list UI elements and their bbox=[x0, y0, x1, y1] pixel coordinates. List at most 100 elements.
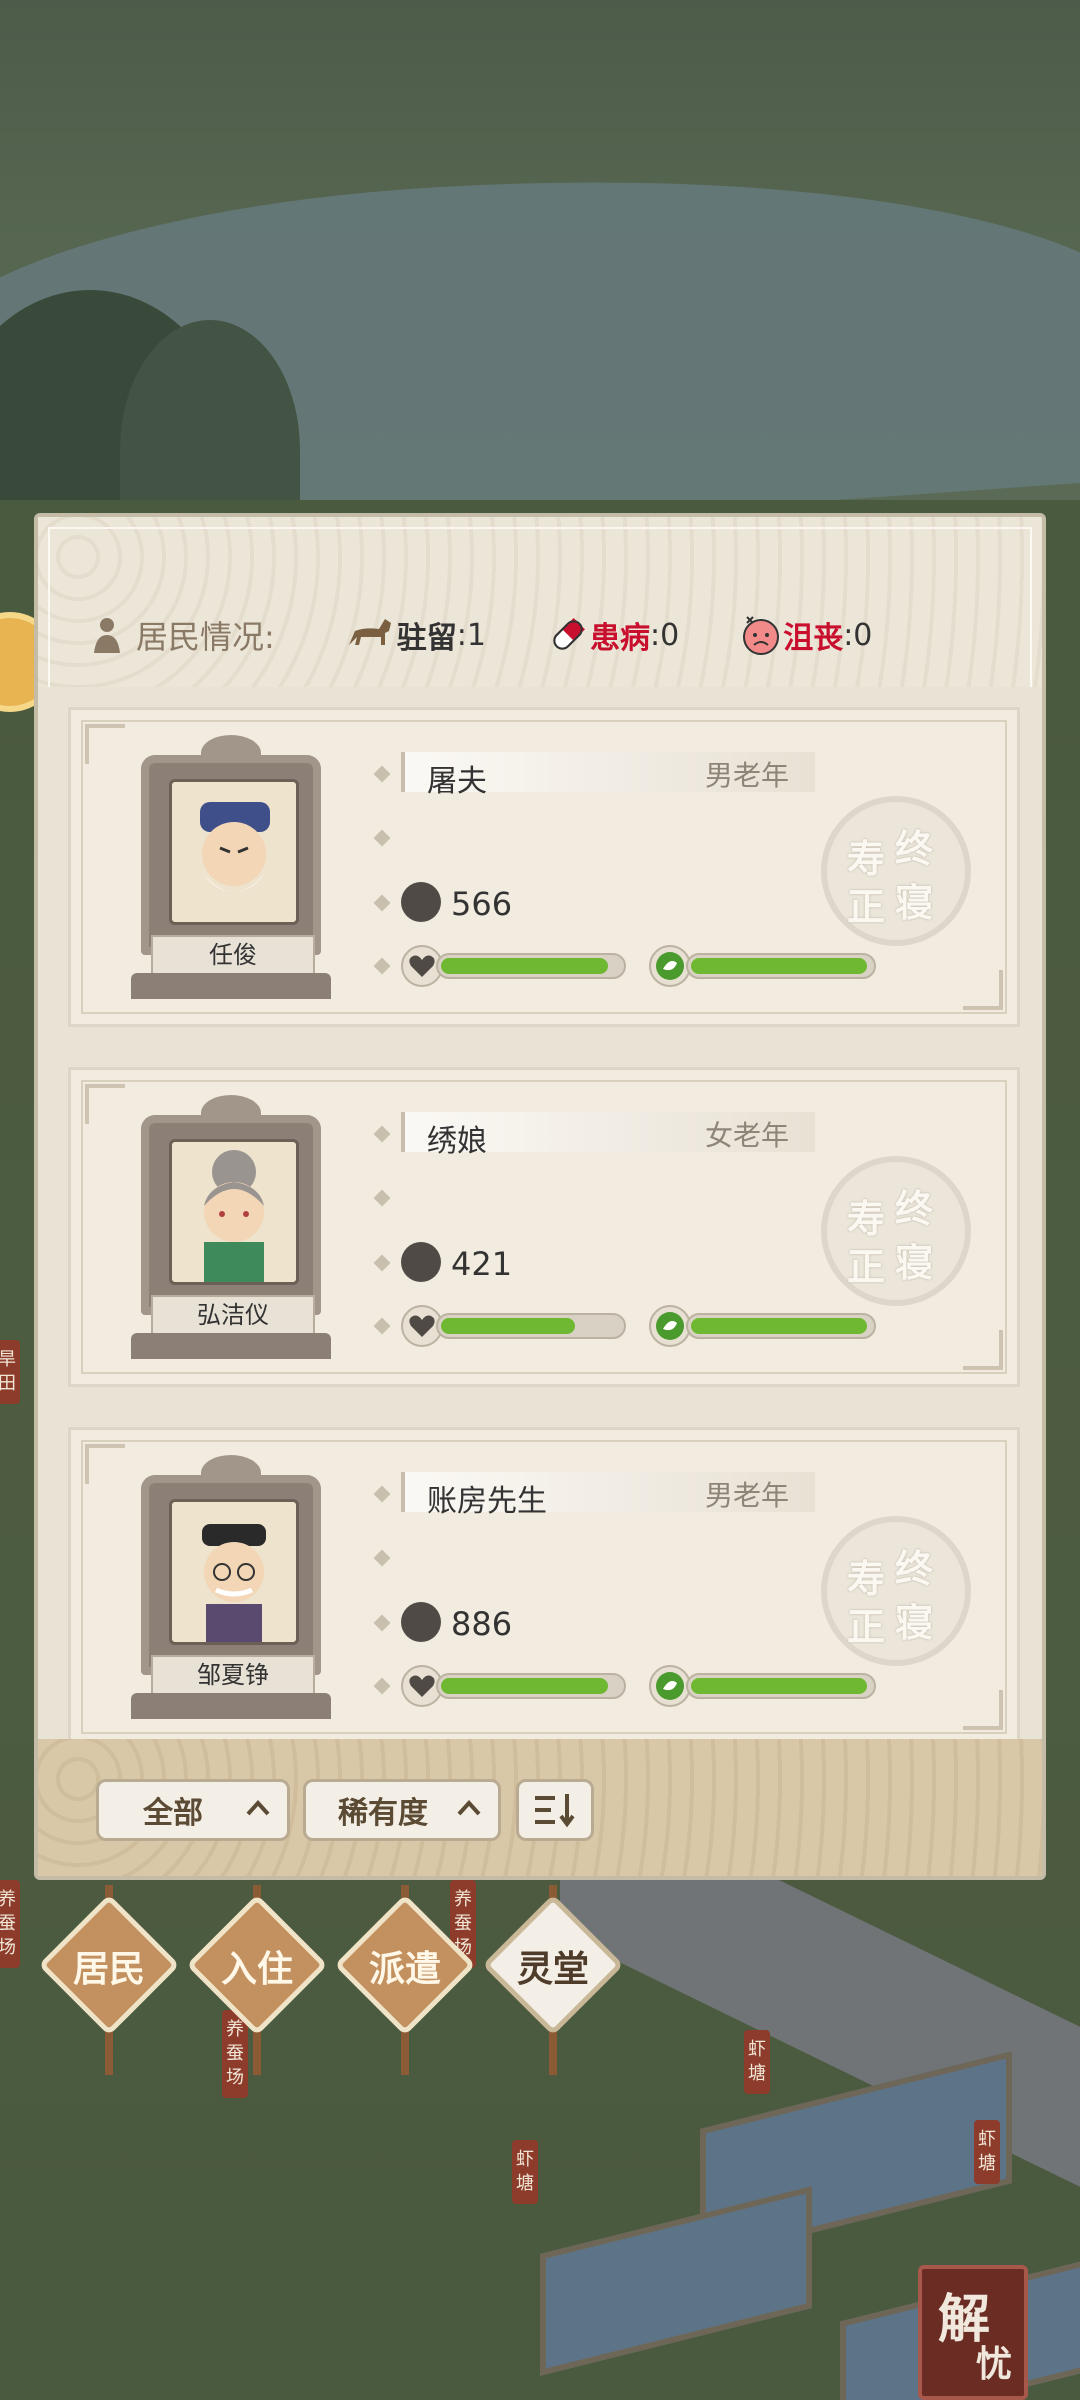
age-gender: 男老年 bbox=[704, 759, 789, 792]
avatar bbox=[169, 1499, 299, 1645]
mood-bar bbox=[686, 1313, 876, 1339]
sort-button[interactable] bbox=[516, 1779, 594, 1841]
mood-fill bbox=[691, 1678, 868, 1694]
skill-value: 886 bbox=[451, 1605, 513, 1643]
skill-value: 566 bbox=[451, 885, 513, 923]
occupation-row: 绣娘 女老年 bbox=[401, 1112, 815, 1159]
corner-ornament bbox=[85, 1444, 125, 1484]
seal-char: 忧 bbox=[976, 2343, 1013, 2385]
nav-move-in[interactable]: 入住 bbox=[186, 1885, 328, 2075]
corner-ornament bbox=[85, 1084, 125, 1124]
health-bar bbox=[436, 953, 626, 979]
stamp-char: 正 bbox=[847, 1244, 886, 1289]
stamp-char: 寿 bbox=[847, 1196, 886, 1241]
health-fill bbox=[441, 1318, 575, 1334]
stationed-count: 驻留 :1 bbox=[345, 613, 486, 657]
stamp-char: 终 bbox=[895, 1186, 934, 1231]
death-stamp: 寿 终 正 寝 bbox=[821, 1156, 971, 1306]
stamp-char: 终 bbox=[895, 826, 934, 871]
corner-ornament bbox=[963, 1330, 1003, 1370]
map-label-dry-field[interactable]: 旱田 bbox=[0, 1340, 20, 1404]
resident-card[interactable]: 任俊 屠夫 男老年 566 寿 终 正 寝 bbox=[68, 707, 1020, 1027]
stamp-char: 正 bbox=[847, 1604, 886, 1649]
health-fill bbox=[441, 958, 608, 974]
sad-face-icon bbox=[739, 613, 783, 657]
map-label-shrimp-pond-2[interactable]: 虾塘 bbox=[512, 2140, 538, 2204]
occupation: 屠夫 bbox=[427, 764, 487, 799]
health-bar bbox=[436, 1313, 626, 1339]
filter-rarity-dropdown[interactable]: 稀有度 bbox=[303, 1779, 501, 1841]
avatar bbox=[169, 1139, 299, 1285]
stationed-label: 驻留 bbox=[396, 621, 457, 656]
resident-card[interactable]: 弘洁仪 绣娘 女老年 421 寿 终 正 寝 bbox=[68, 1067, 1020, 1387]
corner-ornament bbox=[963, 1690, 1003, 1730]
resident-portrait[interactable]: 任俊 bbox=[131, 735, 331, 1005]
filter-all-label: 全部 bbox=[143, 1796, 203, 1831]
stamp-char: 寝 bbox=[895, 880, 934, 925]
resident-list[interactable]: 任俊 屠夫 男老年 566 寿 终 正 寝 弘洁仪 绣娘 女老年 421 寿 终… bbox=[68, 707, 1020, 1747]
age-gender: 女老年 bbox=[704, 1119, 789, 1152]
death-stamp: 寿 终 正 寝 bbox=[821, 796, 971, 946]
nav-move-in-label: 入住 bbox=[220, 1949, 293, 1990]
nav-memorial-hall[interactable]: 灵堂 bbox=[482, 1885, 624, 2075]
stamp-char: 寿 bbox=[847, 836, 886, 881]
sick-label: 患病 bbox=[590, 621, 650, 656]
occupation: 账房先生 bbox=[427, 1484, 547, 1519]
mood-bar bbox=[686, 1673, 876, 1699]
sick-count: 患病 :0 bbox=[546, 613, 679, 657]
sick-value: :0 bbox=[650, 617, 680, 653]
skill-icon bbox=[401, 1602, 441, 1642]
sort-icon bbox=[531, 1790, 581, 1830]
resident-name: 弘洁仪 bbox=[151, 1295, 315, 1335]
mood-fill bbox=[691, 1318, 868, 1334]
resident-card[interactable]: 邹夏铮 账房先生 男老年 886 寿 终 正 寝 bbox=[68, 1427, 1020, 1747]
stamp-char: 终 bbox=[895, 1546, 934, 1591]
resident-portrait[interactable]: 邹夏铮 bbox=[131, 1455, 331, 1725]
leaf-icon bbox=[649, 1305, 691, 1347]
horse-icon bbox=[345, 615, 397, 655]
status-label: 居民情况: bbox=[136, 618, 275, 656]
map-label-shrimp-pond-1[interactable]: 虾塘 bbox=[744, 2030, 770, 2094]
occupation-row: 账房先生 男老年 bbox=[401, 1472, 815, 1519]
nav-dispatch[interactable]: 派遣 bbox=[334, 1885, 476, 2075]
stamp-char: 寿 bbox=[847, 1556, 886, 1601]
filter-bar: 全部 稀有度 bbox=[38, 1739, 1042, 1876]
mood-bar bbox=[686, 953, 876, 979]
residents-panel: 居民情况: 驻留 :1 患病 :0 沮丧 :0 任俊 屠夫 男老年 566 寿 … bbox=[34, 513, 1046, 1880]
leaf-icon bbox=[649, 945, 691, 987]
skill-icon bbox=[401, 1242, 441, 1282]
filter-rarity-label: 稀有度 bbox=[338, 1796, 428, 1831]
filter-all-dropdown[interactable]: 全部 bbox=[96, 1779, 290, 1841]
health-fill bbox=[441, 1678, 608, 1694]
nav-dispatch-label: 派遣 bbox=[368, 1949, 441, 1990]
depressed-label: 沮丧 bbox=[783, 621, 844, 656]
leaf-icon bbox=[649, 1665, 691, 1707]
corner-ornament bbox=[85, 724, 125, 764]
map-label-shrimp-pond-3[interactable]: 虾塘 bbox=[974, 2120, 1000, 2184]
nav-residents[interactable]: 居民 bbox=[38, 1885, 180, 2075]
depressed-value: :0 bbox=[843, 617, 873, 653]
relieve-worry-button[interactable]: 解 忧 bbox=[918, 2265, 1028, 2400]
stamp-char: 正 bbox=[847, 884, 886, 929]
skill-value: 421 bbox=[451, 1245, 513, 1283]
skill-icon bbox=[401, 882, 441, 922]
depressed-count: 沮丧 :0 bbox=[739, 613, 872, 657]
nav-residents-label: 居民 bbox=[72, 1949, 145, 1990]
pill-icon bbox=[546, 613, 590, 657]
occupation-row: 屠夫 男老年 bbox=[401, 752, 815, 799]
resident-name: 邹夏铮 bbox=[151, 1655, 315, 1695]
chevron-up-icon bbox=[243, 1794, 273, 1824]
health-bar bbox=[436, 1673, 626, 1699]
chevron-up-icon bbox=[454, 1794, 484, 1824]
panel-header bbox=[38, 517, 1042, 687]
map-label-silk-farm-left[interactable]: 养蚕场 bbox=[0, 1880, 20, 1968]
stamp-char: 寝 bbox=[895, 1600, 934, 1645]
stationed-value: :1 bbox=[456, 617, 486, 653]
resident-portrait[interactable]: 弘洁仪 bbox=[131, 1095, 331, 1365]
death-stamp: 寿 终 正 寝 bbox=[821, 1516, 971, 1666]
corner-ornament bbox=[963, 970, 1003, 1010]
stamp-char: 寝 bbox=[895, 1240, 934, 1285]
resident-icon bbox=[90, 615, 124, 655]
avatar bbox=[169, 779, 299, 925]
age-gender: 男老年 bbox=[704, 1479, 789, 1512]
